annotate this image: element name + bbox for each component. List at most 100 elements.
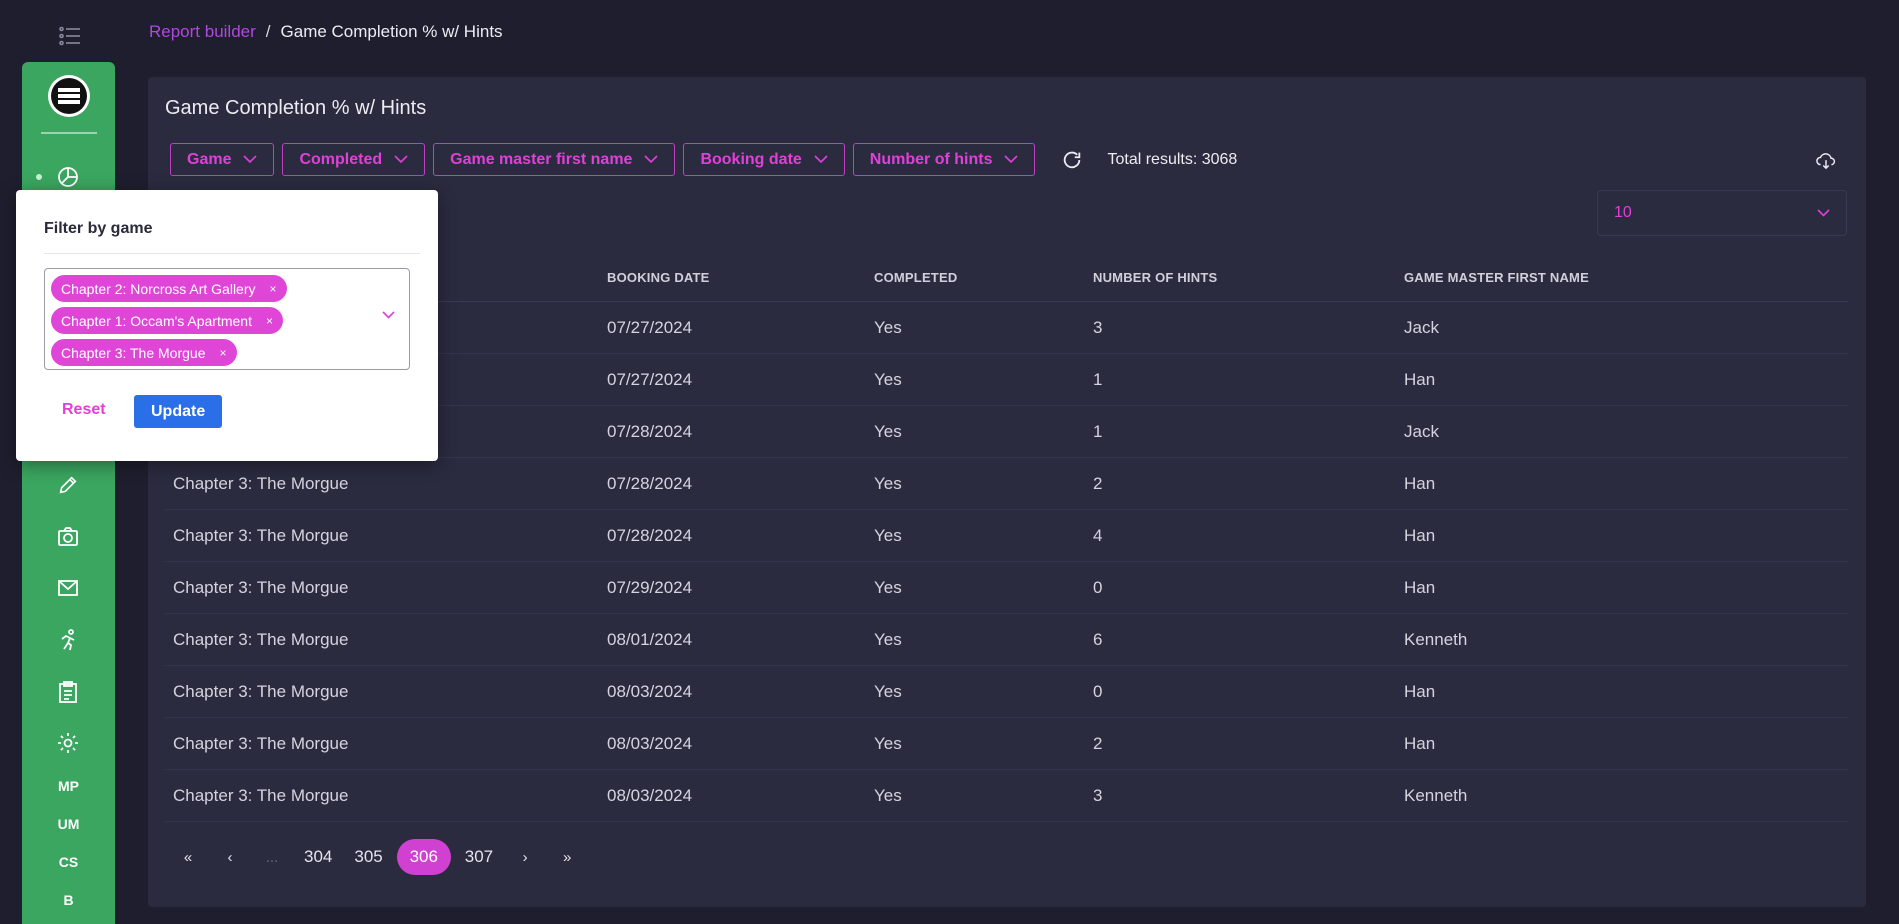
chevron-down-icon [814, 155, 828, 164]
sidebar-divider [41, 132, 97, 134]
cell-completed: Yes [874, 525, 902, 545]
game-multiselect[interactable]: Chapter 2: Norcross Art Gallery × Chapte… [44, 268, 410, 370]
sidebar-item-um[interactable]: UM [22, 816, 115, 832]
cell-game-master: Jack [1404, 317, 1439, 337]
popup-title: Filter by game [44, 220, 153, 237]
filter-game-button[interactable]: Game [170, 143, 275, 176]
filter-label: Game master first name [450, 150, 633, 168]
selected-game-chip: Chapter 1: Occam's Apartment × [51, 307, 283, 334]
chip-label: Chapter 1: Occam's Apartment [61, 312, 252, 329]
mail-icon[interactable] [54, 574, 82, 602]
sidebar-item-mp[interactable]: MP [22, 778, 115, 794]
filter-label: Booking date [700, 150, 802, 168]
refresh-icon[interactable] [1059, 147, 1085, 173]
cell-number-of-hints: 0 [1093, 577, 1103, 597]
cell-booking-date: 07/27/2024 [607, 317, 693, 337]
cloud-download-icon[interactable] [1814, 149, 1838, 173]
prev-page-button[interactable]: ‹ [212, 839, 248, 875]
next-page-button[interactable]: › [507, 839, 543, 875]
page-size-select[interactable]: 10 [1597, 190, 1847, 236]
filter-completed-button[interactable]: Completed [282, 143, 426, 176]
pagination: « ‹ ... 304 305 306 307 › » [170, 839, 585, 875]
cell-booking-date: 07/29/2024 [607, 577, 693, 597]
selected-game-chip: Chapter 3: The Morgue × [51, 339, 237, 366]
table-row[interactable]: Chapter 3: The Morgue 08/03/2024 Yes 3 Kenne… [165, 770, 1848, 822]
column-header-booking-date[interactable]: BOOKING DATE [607, 270, 874, 285]
chip-label: Chapter 2: Norcross Art Gallery [61, 280, 256, 297]
column-header-game-master[interactable]: GAME MASTER FIRST NAME [1404, 270, 1848, 285]
remove-chip-icon[interactable]: × [220, 346, 227, 360]
cell-number-of-hints: 2 [1093, 733, 1103, 753]
cell-booking-date: 08/01/2024 [607, 629, 693, 649]
first-page-button[interactable]: « [170, 839, 206, 875]
cell-completed: Yes [874, 473, 902, 493]
table-row[interactable]: Chapter 3: The Morgue 08/03/2024 Yes 2 Han [165, 718, 1848, 770]
column-header-completed[interactable]: COMPLETED [874, 270, 1093, 285]
chevron-down-icon[interactable] [382, 311, 395, 319]
cell-booking-date: 08/03/2024 [607, 681, 693, 701]
cell-booking-date: 07/28/2024 [607, 525, 693, 545]
page-button-active[interactable]: 306 [396, 839, 451, 875]
filter-label: Number of hints [869, 150, 993, 168]
clipboard-icon[interactable] [54, 678, 82, 706]
brand-logo[interactable] [48, 75, 90, 117]
chevron-down-icon [1004, 155, 1019, 164]
cell-booking-date: 07/28/2024 [607, 421, 693, 441]
cell-game-master: Han [1404, 733, 1436, 753]
page-button[interactable]: 304 [296, 839, 340, 875]
cell-number-of-hints: 2 [1093, 473, 1103, 493]
last-page-button[interactable]: » [549, 839, 585, 875]
table-row[interactable]: Chapter 3: The Morgue 08/03/2024 Yes 0 Han [165, 666, 1848, 718]
cell-game-master: Han [1404, 369, 1436, 389]
cell-booking-date: 08/03/2024 [607, 785, 693, 805]
page-button[interactable]: 307 [457, 839, 501, 875]
chevron-down-icon [394, 155, 408, 164]
page-size-value: 10 [1614, 204, 1632, 221]
filter-number-of-hints-button[interactable]: Number of hints [852, 143, 1036, 176]
remove-chip-icon[interactable]: × [266, 314, 273, 328]
menu-list-icon[interactable] [56, 22, 84, 50]
column-header-number-of-hints[interactable]: NUMBER OF HINTS [1093, 270, 1404, 285]
table-row[interactable]: Chapter 3: The Morgue 07/28/2024 Yes 2 Han [165, 458, 1848, 510]
cell-game: Chapter 3: The Morgue [173, 473, 349, 493]
active-indicator [36, 174, 42, 180]
breadcrumb-report-builder-link[interactable]: Report builder [149, 22, 256, 42]
sidebar-item-cs[interactable]: CS [22, 854, 115, 870]
cell-completed: Yes [874, 369, 902, 389]
cell-game-master: Han [1404, 681, 1436, 701]
table-row[interactable]: Chapter 3: The Morgue 08/01/2024 Yes 6 Kenne… [165, 614, 1848, 666]
cell-game-master: Han [1404, 525, 1436, 545]
cell-number-of-hints: 0 [1093, 681, 1103, 701]
table-row[interactable]: Chapter 3: The Morgue 07/28/2024 Yes 4 Han [165, 510, 1848, 562]
breadcrumb-current: Game Completion % w/ Hints [280, 22, 503, 41]
remove-chip-icon[interactable]: × [270, 282, 277, 296]
cell-game: Chapter 3: The Morgue [173, 629, 349, 649]
runner-icon[interactable] [54, 626, 82, 654]
pencil-icon[interactable] [54, 471, 82, 499]
gear-icon[interactable] [54, 729, 82, 757]
cell-game-master: Han [1404, 577, 1436, 597]
selected-game-chip: Chapter 2: Norcross Art Gallery × [51, 275, 287, 302]
page-button[interactable]: 305 [346, 839, 390, 875]
cell-completed: Yes [874, 629, 902, 649]
cell-game-master: Kenneth [1404, 629, 1468, 649]
cell-completed: Yes [874, 421, 902, 441]
sidebar-item-b[interactable]: B [22, 892, 115, 908]
update-button[interactable]: Update [134, 395, 223, 428]
filter-by-game-popup: Filter by game Chapter 2: Norcross Art G… [16, 190, 438, 461]
camera-icon[interactable] [54, 523, 82, 551]
cell-booking-date: 07/27/2024 [607, 369, 693, 389]
cell-number-of-hints: 3 [1093, 785, 1103, 805]
cell-game-master: Han [1404, 473, 1436, 493]
cell-number-of-hints: 4 [1093, 525, 1103, 545]
pie-chart-icon[interactable] [54, 163, 82, 191]
cell-game-master: Kenneth [1404, 785, 1468, 805]
filter-game-master-button[interactable]: Game master first name [433, 143, 676, 176]
reset-button[interactable]: Reset [62, 401, 106, 419]
table-row[interactable]: Chapter 3: The Morgue 07/29/2024 Yes 0 Han [165, 562, 1848, 614]
cell-number-of-hints: 3 [1093, 317, 1103, 337]
total-results: Total results: 3068 [1107, 150, 1238, 168]
filter-booking-date-button[interactable]: Booking date [683, 143, 845, 176]
popup-divider [44, 253, 420, 254]
chip-label: Chapter 3: The Morgue [61, 344, 206, 361]
